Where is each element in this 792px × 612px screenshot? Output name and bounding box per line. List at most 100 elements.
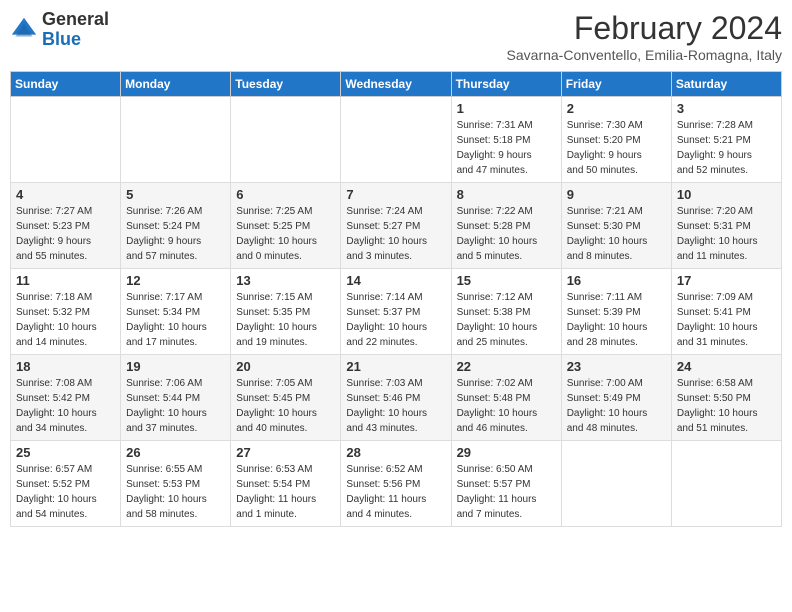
day-number: 17 [677, 273, 776, 288]
day-number: 23 [567, 359, 666, 374]
day-number: 6 [236, 187, 335, 202]
day-info: Sunrise: 7:03 AM Sunset: 5:46 PM Dayligh… [346, 376, 445, 436]
day-number: 27 [236, 445, 335, 460]
calendar-cell: 20 Sunrise: 7:05 AM Sunset: 5:45 PM Dayli… [231, 355, 341, 441]
day-number: 2 [567, 101, 666, 116]
calendar-cell [341, 97, 451, 183]
day-number: 13 [236, 273, 335, 288]
day-info: Sunrise: 7:14 AM Sunset: 5:37 PM Dayligh… [346, 290, 445, 350]
day-info: Sunrise: 7:09 AM Sunset: 5:41 PM Dayligh… [677, 290, 776, 350]
calendar-cell [231, 97, 341, 183]
day-number: 24 [677, 359, 776, 374]
calendar-cell [121, 97, 231, 183]
calendar-cell: 15Sunrise: 7:12 AM Sunset: 5:38 PM Dayli… [451, 269, 561, 355]
calendar-week-row: 25 Sunrise: 6:57 AM Sunset: 5:52 PM Dayli… [11, 441, 782, 527]
day-info: Sunrise: 7:27 AM Sunset: 5:23 PM Dayligh… [16, 204, 115, 264]
calendar-cell: 28 Sunrise: 6:52 AM Sunset: 5:56 PM Dayli… [341, 441, 451, 527]
day-info: Sunrise: 6:52 AM Sunset: 5:56 PM Dayligh… [346, 462, 445, 522]
calendar-cell [671, 441, 781, 527]
calendar-cell: 27 Sunrise: 6:53 AM Sunset: 5:54 PM Dayli… [231, 441, 341, 527]
calendar-cell: 8 Sunrise: 7:22 AM Sunset: 5:28 PM Daylig… [451, 183, 561, 269]
calendar-cell [11, 97, 121, 183]
day-info: Sunrise: 7:05 AM Sunset: 5:45 PM Dayligh… [236, 376, 335, 436]
day-info: Sunrise: 7:31 AM Sunset: 5:18 PM Dayligh… [457, 118, 556, 178]
day-number: 14 [346, 273, 445, 288]
calendar-cell: 21 Sunrise: 7:03 AM Sunset: 5:46 PM Dayli… [341, 355, 451, 441]
calendar-cell: 13Sunrise: 7:15 AM Sunset: 5:35 PM Dayli… [231, 269, 341, 355]
day-number: 1 [457, 101, 556, 116]
title-block: February 2024 Savarna-Conventello, Emili… [507, 10, 782, 63]
calendar-cell: 26 Sunrise: 6:55 AM Sunset: 5:53 PM Dayli… [121, 441, 231, 527]
day-number: 3 [677, 101, 776, 116]
calendar-cell: 29Sunrise: 6:50 AM Sunset: 5:57 PM Dayli… [451, 441, 561, 527]
col-header-tuesday: Tuesday [231, 72, 341, 97]
day-info: Sunrise: 7:26 AM Sunset: 5:24 PM Dayligh… [126, 204, 225, 264]
calendar-header-row: SundayMondayTuesdayWednesdayThursdayFrid… [11, 72, 782, 97]
day-number: 4 [16, 187, 115, 202]
page-header: General Blue February 2024 Savarna-Conve… [10, 10, 782, 63]
location-subtitle: Savarna-Conventello, Emilia-Romagna, Ita… [507, 47, 782, 63]
day-info: Sunrise: 7:17 AM Sunset: 5:34 PM Dayligh… [126, 290, 225, 350]
calendar-cell: 16Sunrise: 7:11 AM Sunset: 5:39 PM Dayli… [561, 269, 671, 355]
calendar-table: SundayMondayTuesdayWednesdayThursdayFrid… [10, 71, 782, 527]
day-info: Sunrise: 7:02 AM Sunset: 5:48 PM Dayligh… [457, 376, 556, 436]
day-info: Sunrise: 6:55 AM Sunset: 5:53 PM Dayligh… [126, 462, 225, 522]
day-number: 28 [346, 445, 445, 460]
day-number: 9 [567, 187, 666, 202]
col-header-thursday: Thursday [451, 72, 561, 97]
calendar-cell: 23 Sunrise: 7:00 AM Sunset: 5:49 PM Dayli… [561, 355, 671, 441]
calendar-week-row: 1 Sunrise: 7:31 AM Sunset: 5:18 PM Daylig… [11, 97, 782, 183]
day-info: Sunrise: 7:20 AM Sunset: 5:31 PM Dayligh… [677, 204, 776, 264]
day-info: Sunrise: 7:22 AM Sunset: 5:28 PM Dayligh… [457, 204, 556, 264]
day-info: Sunrise: 7:21 AM Sunset: 5:30 PM Dayligh… [567, 204, 666, 264]
day-number: 11 [16, 273, 115, 288]
day-number: 25 [16, 445, 115, 460]
calendar-cell: 17 Sunrise: 7:09 AM Sunset: 5:41 PM Dayli… [671, 269, 781, 355]
calendar-week-row: 4 Sunrise: 7:27 AM Sunset: 5:23 PM Daylig… [11, 183, 782, 269]
day-info: Sunrise: 7:08 AM Sunset: 5:42 PM Dayligh… [16, 376, 115, 436]
calendar-cell: 14 Sunrise: 7:14 AM Sunset: 5:37 PM Dayli… [341, 269, 451, 355]
day-info: Sunrise: 6:58 AM Sunset: 5:50 PM Dayligh… [677, 376, 776, 436]
day-info: Sunrise: 7:12 AM Sunset: 5:38 PM Dayligh… [457, 290, 556, 350]
day-info: Sunrise: 7:25 AM Sunset: 5:25 PM Dayligh… [236, 204, 335, 264]
day-info: Sunrise: 7:00 AM Sunset: 5:49 PM Dayligh… [567, 376, 666, 436]
day-info: Sunrise: 7:30 AM Sunset: 5:20 PM Dayligh… [567, 118, 666, 178]
calendar-cell [561, 441, 671, 527]
calendar-cell: 19Sunrise: 7:06 AM Sunset: 5:44 PM Dayli… [121, 355, 231, 441]
day-number: 21 [346, 359, 445, 374]
calendar-cell: 12 Sunrise: 7:17 AM Sunset: 5:34 PM Dayli… [121, 269, 231, 355]
day-number: 8 [457, 187, 556, 202]
calendar-cell: 3 Sunrise: 7:28 AM Sunset: 5:21 PM Daylig… [671, 97, 781, 183]
day-info: Sunrise: 7:28 AM Sunset: 5:21 PM Dayligh… [677, 118, 776, 178]
month-title: February 2024 [507, 10, 782, 47]
day-number: 29 [457, 445, 556, 460]
col-header-sunday: Sunday [11, 72, 121, 97]
day-number: 22 [457, 359, 556, 374]
calendar-cell: 22 Sunrise: 7:02 AM Sunset: 5:48 PM Dayli… [451, 355, 561, 441]
logo-blue: Blue [42, 29, 81, 49]
day-info: Sunrise: 7:06 AM Sunset: 5:44 PM Dayligh… [126, 376, 225, 436]
calendar-cell: 10 Sunrise: 7:20 AM Sunset: 5:31 PM Dayli… [671, 183, 781, 269]
calendar-cell: 6 Sunrise: 7:25 AM Sunset: 5:25 PM Daylig… [231, 183, 341, 269]
calendar-cell: 9 Sunrise: 7:21 AM Sunset: 5:30 PM Daylig… [561, 183, 671, 269]
day-number: 12 [126, 273, 225, 288]
calendar-cell: 25 Sunrise: 6:57 AM Sunset: 5:52 PM Dayli… [11, 441, 121, 527]
day-number: 16 [567, 273, 666, 288]
day-number: 18 [16, 359, 115, 374]
day-number: 26 [126, 445, 225, 460]
day-info: Sunrise: 6:53 AM Sunset: 5:54 PM Dayligh… [236, 462, 335, 522]
calendar-cell: 4 Sunrise: 7:27 AM Sunset: 5:23 PM Daylig… [11, 183, 121, 269]
day-number: 20 [236, 359, 335, 374]
calendar-cell: 2 Sunrise: 7:30 AM Sunset: 5:20 PM Daylig… [561, 97, 671, 183]
day-number: 7 [346, 187, 445, 202]
logo-general: General [42, 9, 109, 29]
calendar-cell: 5Sunrise: 7:26 AM Sunset: 5:24 PM Daylig… [121, 183, 231, 269]
day-info: Sunrise: 6:57 AM Sunset: 5:52 PM Dayligh… [16, 462, 115, 522]
col-header-monday: Monday [121, 72, 231, 97]
day-number: 10 [677, 187, 776, 202]
calendar-week-row: 18 Sunrise: 7:08 AM Sunset: 5:42 PM Dayli… [11, 355, 782, 441]
calendar-cell: 7Sunrise: 7:24 AM Sunset: 5:27 PM Daylig… [341, 183, 451, 269]
calendar-cell: 11Sunrise: 7:18 AM Sunset: 5:32 PM Dayli… [11, 269, 121, 355]
calendar-cell: 24 Sunrise: 6:58 AM Sunset: 5:50 PM Dayli… [671, 355, 781, 441]
logo-icon [10, 16, 38, 44]
